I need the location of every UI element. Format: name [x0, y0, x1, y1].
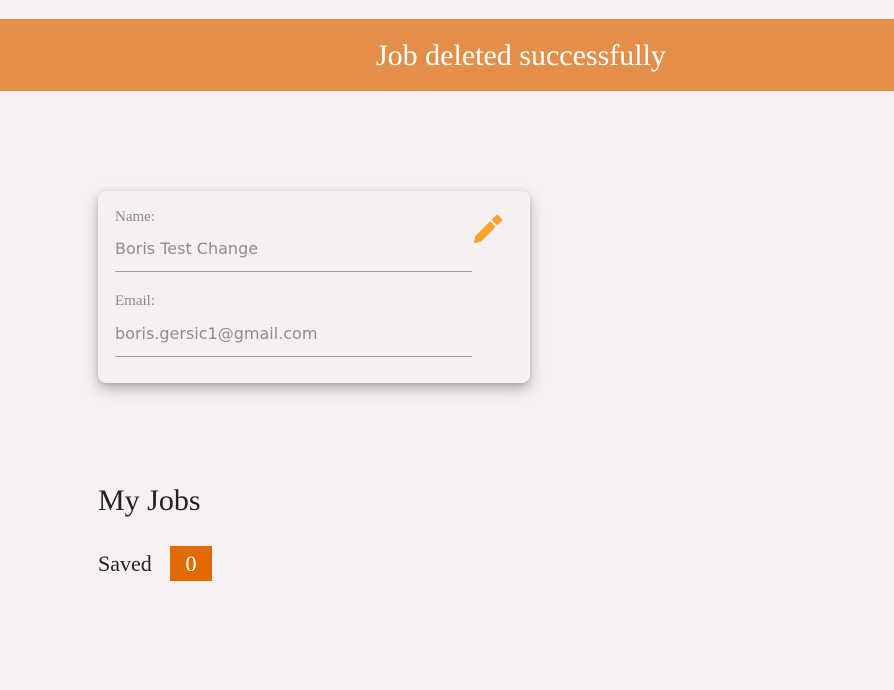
- email-label: Email:: [115, 293, 155, 309]
- notification-banner: Job deleted successfully: [0, 19, 894, 91]
- name-field[interactable]: Boris Test Change: [115, 239, 472, 259]
- saved-count-badge[interactable]: 0: [170, 546, 212, 581]
- email-field-underline: [115, 356, 472, 357]
- edit-profile-button[interactable]: [468, 209, 508, 249]
- email-field[interactable]: boris.gersic1@gmail.com: [115, 324, 472, 344]
- my-jobs-heading: My Jobs: [98, 484, 201, 517]
- notification-message: Job deleted successfully: [376, 39, 666, 72]
- profile-card: Name: Boris Test Change Email: boris.ger…: [98, 191, 530, 383]
- name-label: Name:: [115, 209, 155, 225]
- name-field-underline: [115, 271, 472, 272]
- pencil-icon: [473, 214, 503, 244]
- saved-label: Saved: [98, 551, 152, 576]
